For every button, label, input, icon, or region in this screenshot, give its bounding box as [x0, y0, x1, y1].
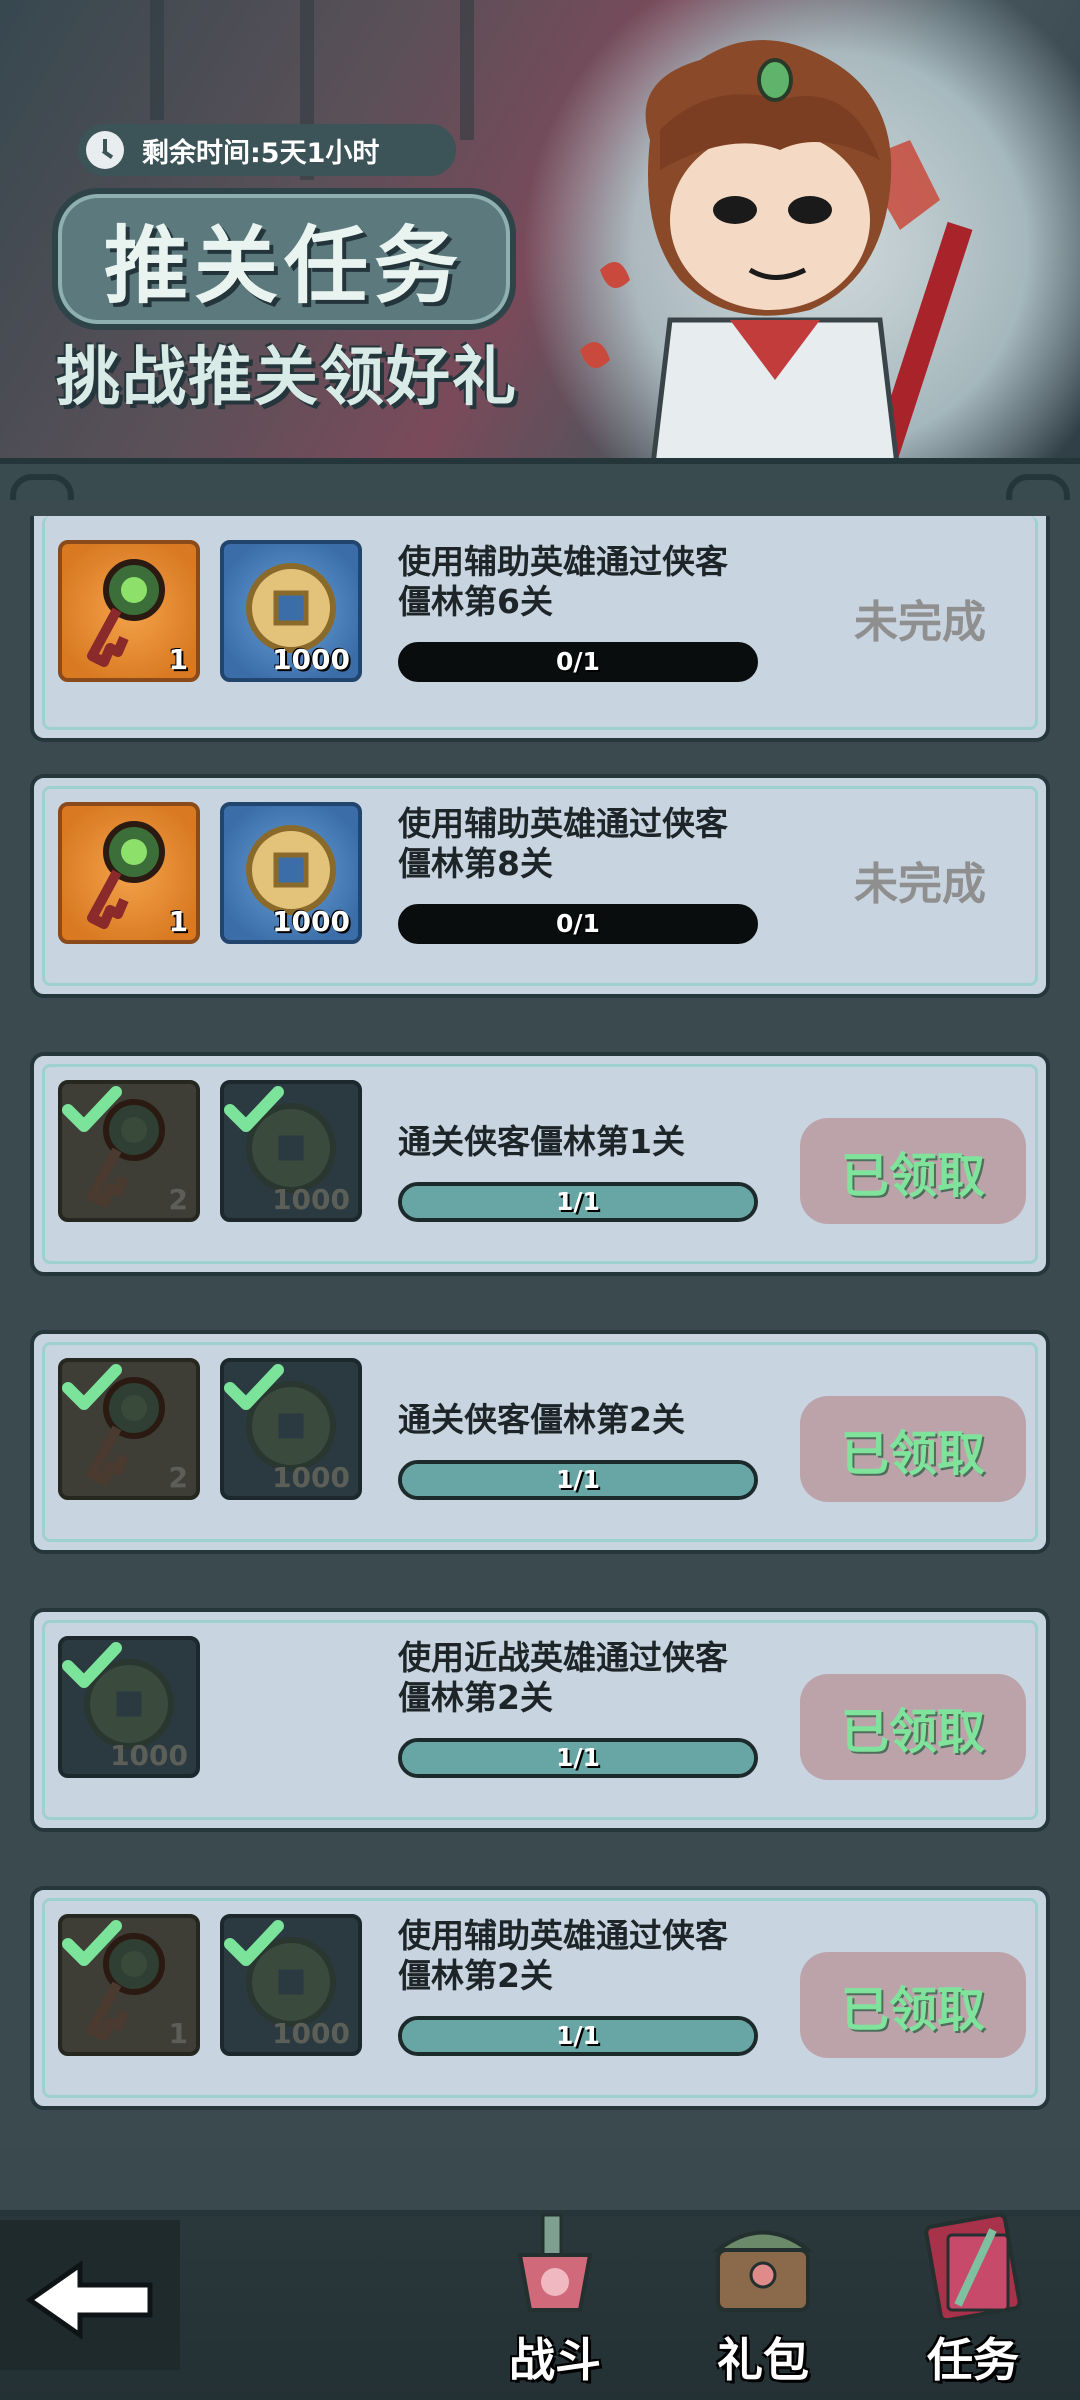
- reward-quantity: 1000: [272, 2017, 350, 2050]
- task-card-2: 使用辅助英雄通过侠客僵林第8关 0/1 1 1000 未完成: [30, 774, 1050, 998]
- task-card-1: 使用辅助英雄通过侠客僵林第6关 0/1 1 1000 未完成: [30, 516, 1050, 742]
- claimed-button[interactable]: 已领取: [800, 1952, 1026, 2058]
- check-icon: [224, 1364, 284, 1410]
- bamboo-decoration: [460, 0, 474, 140]
- task-description: 通关侠客僵林第1关: [398, 1122, 685, 1161]
- task-progress-label: 1/1: [556, 1743, 600, 1772]
- incomplete-status: 未完成: [854, 597, 986, 648]
- banner: 剩余时间:5天1小时 推关任务 挑战推关领好礼: [0, 0, 1080, 500]
- hero-character-illustration: [580, 40, 973, 493]
- reward-quantity: 1000: [272, 905, 350, 938]
- task-progress-bar: 1/1: [398, 2016, 758, 2056]
- check-icon: [224, 1086, 284, 1132]
- clock-icon: [86, 131, 124, 169]
- task-card-6: 使用辅助英雄通过侠客僵林第2关 1/1 1 1000 已领取: [30, 1886, 1050, 2110]
- task-progress-bar: 0/1: [398, 904, 758, 944]
- task-card-4: 通关侠客僵林第2关 1/1 2 1000 已领取: [30, 1330, 1050, 1554]
- task-progress-bar: 1/1: [398, 1738, 758, 1778]
- reward-key[interactable]: 1: [58, 540, 200, 682]
- task-progress-bar: 1/1: [398, 1460, 758, 1500]
- timer-label: 剩余时间:5天1小时: [142, 137, 380, 169]
- claimed-label: 已领取: [840, 1426, 985, 1482]
- task-description: 使用辅助英雄通过侠客僵林第2关: [398, 1916, 728, 1995]
- reward-key[interactable]: 2: [58, 1358, 200, 1500]
- reward-coin[interactable]: 1000: [220, 1914, 362, 2056]
- task-card-5: 使用近战英雄通过侠客僵林第2关 1/1 1000 已领取: [30, 1608, 1050, 1832]
- reward-coin[interactable]: 1000: [220, 1358, 362, 1500]
- check-icon: [62, 1642, 122, 1688]
- back-button[interactable]: [0, 2220, 180, 2370]
- task-card-3: 通关侠客僵林第1关 1/1 2 1000 已领取: [30, 1052, 1050, 1276]
- reward-coin[interactable]: 1000: [220, 1080, 362, 1222]
- reward-key[interactable]: 1: [58, 802, 200, 944]
- task-description: 使用近战英雄通过侠客僵林第2关: [398, 1638, 728, 1717]
- nav-task-label: 任务: [927, 2333, 1019, 2387]
- check-icon: [62, 1086, 122, 1132]
- task-progress-label: 0/1: [556, 647, 600, 676]
- reward-coin[interactable]: 1000: [58, 1636, 200, 1778]
- claimed-label: 已领取: [840, 1982, 985, 2038]
- task-description: 通关侠客僵林第2关: [398, 1400, 685, 1439]
- task-progress-label: 0/1: [556, 909, 600, 938]
- title-plaque: 推关任务: [52, 188, 516, 330]
- timer-pill: 剩余时间:5天1小时: [78, 124, 456, 176]
- check-icon: [62, 1920, 122, 1966]
- nav-gift[interactable]: 礼包: [678, 2200, 848, 2390]
- task-progress-bar: 1/1: [398, 1182, 758, 1222]
- reward-quantity: 1: [168, 2017, 188, 2050]
- claimed-button[interactable]: 已领取: [800, 1396, 1026, 1502]
- task-scroll-icon: [924, 2212, 1022, 2320]
- reward-quantity: 2: [168, 1183, 188, 1216]
- task-list[interactable]: 使用辅助英雄通过侠客僵林第6关 0/1 1 1000 未完成 使用辅助英雄通过侠客僵…: [30, 516, 1050, 2164]
- reward-quantity: 1000: [272, 643, 350, 676]
- reward-coin[interactable]: 1000: [220, 802, 362, 944]
- battle-icon: [517, 2213, 593, 2312]
- page-subtitle: 挑战推关领好礼: [56, 341, 518, 415]
- bamboo-decoration: [150, 0, 164, 120]
- nav-gift-label: 礼包: [717, 2333, 809, 2387]
- task-progress-bar: 0/1: [398, 642, 758, 682]
- banner-frame: [0, 458, 1080, 500]
- back-arrow-icon: [25, 2260, 153, 2340]
- bottom-nav: 战斗 礼包 任务: [0, 2150, 1080, 2400]
- claimed-label: 已领取: [840, 1704, 985, 1760]
- reward-key[interactable]: 1: [58, 1914, 200, 2056]
- nav-task[interactable]: 任务: [888, 2200, 1058, 2390]
- reward-quantity: 2: [168, 1461, 188, 1494]
- task-progress-label: 1/1: [556, 1187, 600, 1216]
- check-icon: [62, 1364, 122, 1410]
- incomplete-status: 未完成: [854, 859, 986, 910]
- reward-quantity: 1000: [272, 1183, 350, 1216]
- task-description: 使用辅助英雄通过侠客僵林第8关: [398, 804, 728, 883]
- gift-chest-icon: [712, 2230, 814, 2312]
- nav-battle-label: 战斗: [509, 2333, 601, 2387]
- claimed-button[interactable]: 已领取: [800, 1118, 1026, 1224]
- task-progress-label: 1/1: [556, 2021, 600, 2050]
- page-title: 推关任务: [103, 216, 464, 315]
- check-icon: [224, 1920, 284, 1966]
- reward-quantity: 1: [168, 905, 188, 938]
- claimed-label: 已领取: [840, 1148, 985, 1204]
- reward-key[interactable]: 2: [58, 1080, 200, 1222]
- nav-battle[interactable]: 战斗: [470, 2200, 640, 2390]
- task-progress-label: 1/1: [556, 1465, 600, 1494]
- claimed-button[interactable]: 已领取: [800, 1674, 1026, 1780]
- reward-quantity: 1000: [272, 1461, 350, 1494]
- reward-quantity: 1000: [110, 1739, 188, 1772]
- task-description: 使用辅助英雄通过侠客僵林第6关: [398, 542, 728, 621]
- reward-quantity: 1: [168, 643, 188, 676]
- reward-coin[interactable]: 1000: [220, 540, 362, 682]
